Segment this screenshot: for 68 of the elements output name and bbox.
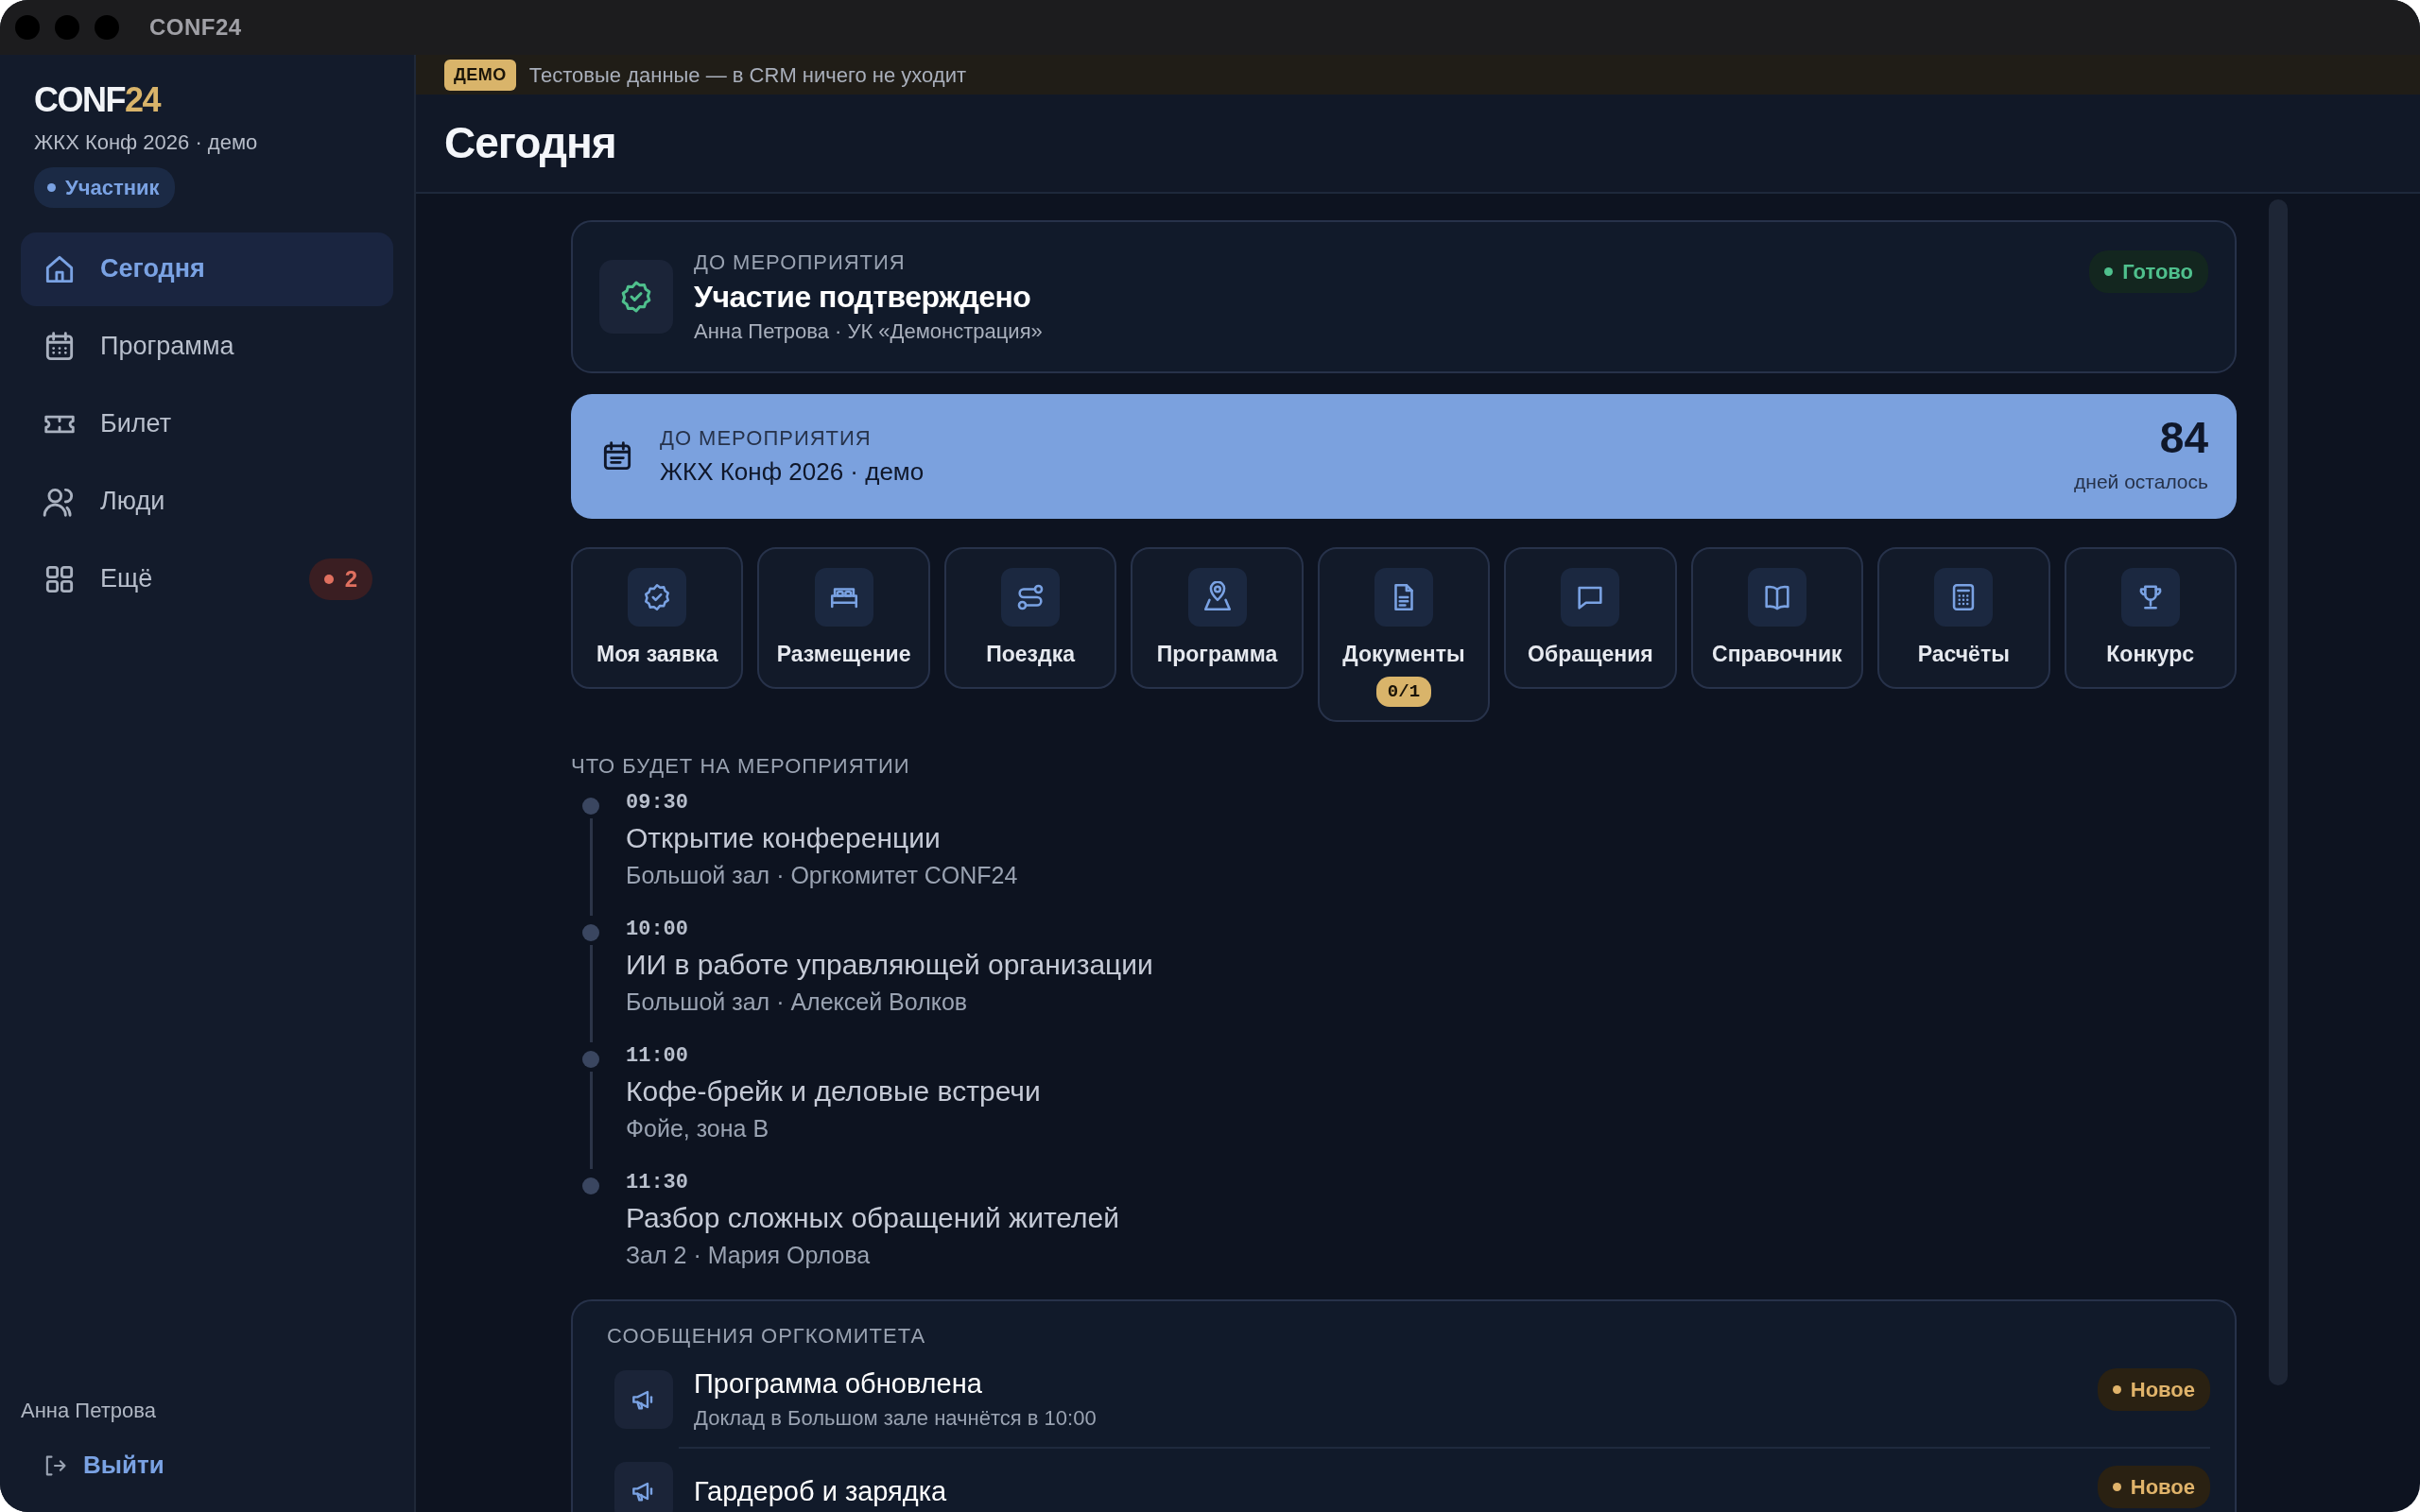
shortcut-tile[interactable]: Обращения — [1504, 547, 1677, 689]
window-control[interactable] — [55, 15, 79, 40]
shortcut-tile[interactable]: Документы 0/1 — [1317, 547, 1491, 722]
banner-text: Тестовые данные — в CRM ничего не уходит — [528, 61, 967, 89]
card-subtitle: Анна Петрова · УК «Демонстрация» — [694, 318, 1043, 345]
shortcut-tile[interactable]: Поездка — [943, 547, 1117, 689]
tile-label: Конкурс — [2106, 641, 2195, 668]
timeline-dot — [582, 924, 599, 941]
card-label: ДО МЕРОПРИЯТИЯ — [660, 425, 873, 452]
tile-label: Моя заявка — [596, 641, 718, 668]
event-time: 11:00 — [626, 1043, 689, 1070]
tile-label: Документы — [1342, 641, 1465, 668]
tile-label: Поездка — [986, 641, 1075, 668]
sidebar-item[interactable]: Программа — [21, 309, 393, 384]
count-badge: 0/1 — [1375, 676, 1432, 707]
event-details: Большой зал · Алексей Волков — [626, 988, 969, 1017]
event-title: Открытие конференции — [626, 821, 942, 855]
card-title: Участие подтверждено — [694, 279, 1032, 316]
sidebar-item[interactable]: Билет — [21, 387, 393, 461]
timeline-dot — [582, 798, 599, 815]
event-title: ИИ в работе управляющей организации — [626, 948, 1153, 982]
tile-label: Обращения — [1528, 641, 1653, 668]
shortcut-tile[interactable]: Моя заявка — [571, 547, 744, 689]
shortcut-tile[interactable]: Конкурс — [2064, 547, 2237, 689]
event-time: 11:30 — [626, 1170, 689, 1196]
event-time: 10:00 — [626, 917, 689, 943]
user-name: Анна Петрова — [21, 1398, 157, 1424]
card-label: ДО МЕРОПРИЯТИЯ — [694, 249, 907, 276]
message-text: Доклад в Большом зале начнётся в 10:00 — [694, 1405, 1097, 1432]
timeline-dot — [582, 1177, 599, 1194]
message-title: Гардероб и зарядка — [694, 1475, 947, 1508]
sidebar-item[interactable]: Ещё 2 — [21, 541, 393, 616]
tile-label: Программа — [1156, 641, 1278, 668]
days-label: дней осталось — [2074, 470, 2208, 495]
window-title: CONF24 — [149, 13, 242, 42]
event-title: Разбор сложных обращений жителей — [626, 1201, 1119, 1235]
sidebar-item[interactable]: Сегодня — [21, 232, 393, 306]
timeline-dot — [582, 1051, 599, 1068]
tile-label: Расчёты — [1917, 641, 2010, 668]
shortcut-tile[interactable]: Программа — [1131, 547, 1304, 689]
event-title: Кофе-брейк и деловые встречи — [626, 1074, 1041, 1108]
section-heading: ЧТО БУДЕТ НА МЕРОПРИЯТИИ — [571, 753, 911, 780]
window-control[interactable] — [95, 15, 119, 40]
status-badge: Новое — [2097, 1368, 2210, 1411]
status-badge: Готово — [2089, 250, 2208, 293]
tile-label: Справочник — [1712, 641, 1842, 668]
demo-badge: ДЕМО — [444, 59, 516, 91]
event-time: 09:30 — [626, 790, 689, 816]
event-details: Большой зал · Оргкомитет CONF24 — [626, 861, 1018, 890]
shortcut-tile[interactable]: Расчёты — [1877, 547, 2050, 689]
shortcut-tile[interactable]: Справочник — [1690, 547, 1864, 689]
shortcut-tile[interactable]: Размещение — [757, 547, 930, 689]
notification-badge: 2 — [308, 558, 372, 600]
message-title: Программа обновлена — [694, 1367, 983, 1400]
sidebar-item[interactable]: Люди — [21, 464, 393, 539]
days-count: 84 — [2158, 416, 2208, 460]
role-badge: Участник — [34, 166, 175, 208]
event-details: Фойе, зона B — [626, 1114, 770, 1143]
event-name: ЖКХ Конф 2026 · демо — [34, 129, 258, 156]
logo: CONF24 — [34, 81, 161, 119]
page-title: Сегодня — [444, 116, 616, 169]
event-name: ЖКХ Конф 2026 · демо — [660, 456, 925, 488]
status-badge: Новое — [2097, 1466, 2210, 1508]
event-details: Зал 2 · Мария Орлова — [626, 1241, 872, 1270]
window-control[interactable] — [15, 15, 40, 40]
logout-button[interactable]: Выйти — [42, 1447, 164, 1484]
tile-label: Размещение — [776, 641, 911, 668]
section-heading: СООБЩЕНИЯ ОРГКОМИТЕТА — [607, 1323, 927, 1349]
